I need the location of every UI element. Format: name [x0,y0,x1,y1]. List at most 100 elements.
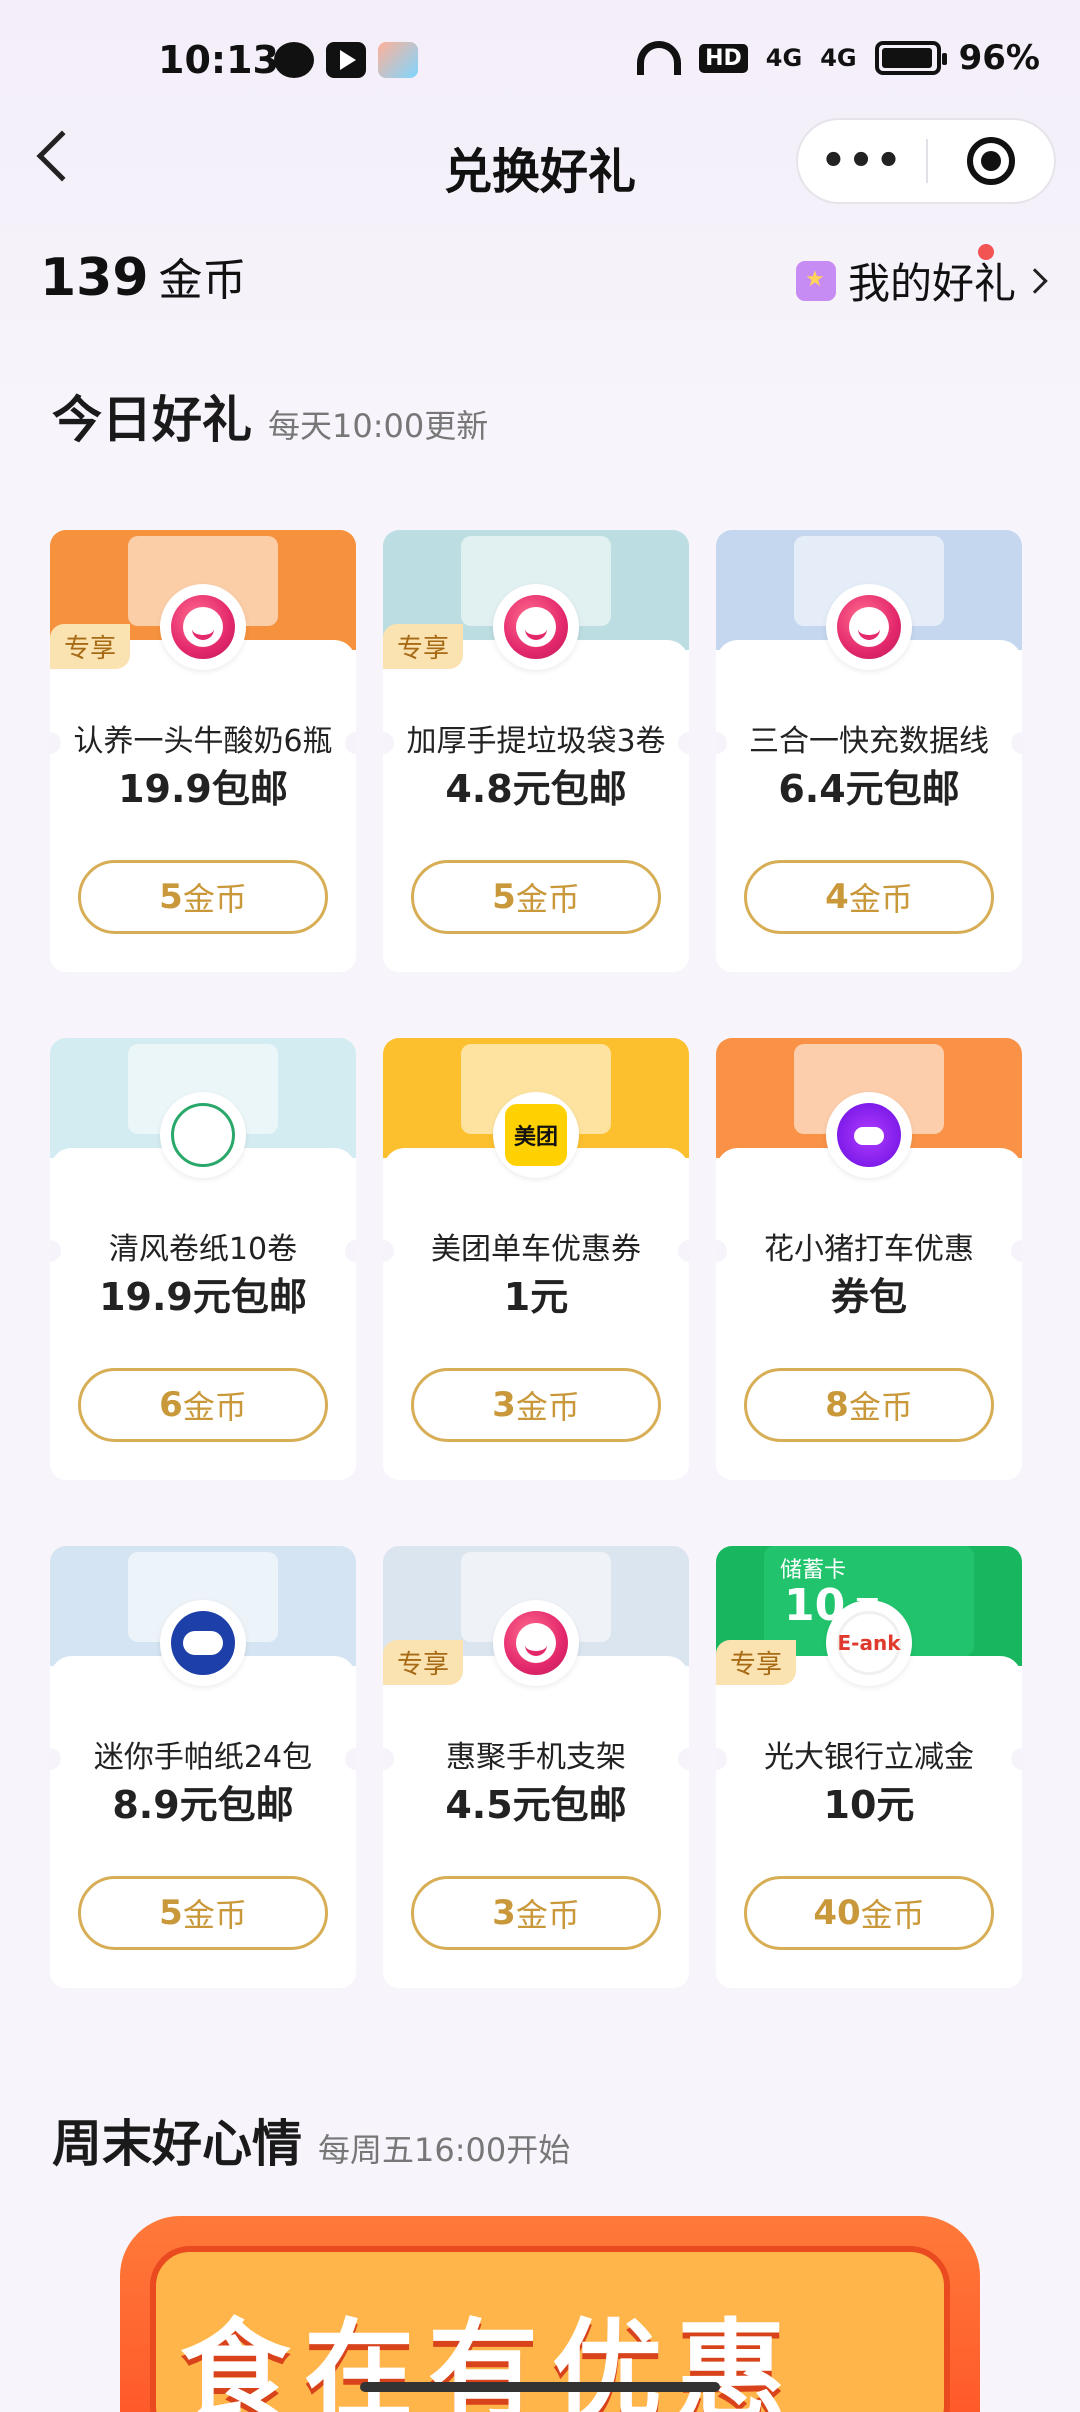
gift-card[interactable]: 专享惠聚手机支架 4.5元包邮 3 金币 [383,1546,689,1988]
redeem-unit: 金币 [182,880,247,918]
battery-icon [874,41,947,75]
gift-card[interactable]: 储蓄卡10元E-ank专享光大银行立减金10元40金币 [716,1546,1022,1988]
redeem-button[interactable]: 5 金币 [78,860,328,934]
gift-name: 花小猪打车优惠 [764,1232,974,1267]
gift-name: 加厚手提垃圾袋3卷 [406,724,666,759]
today-subtitle: 每天10:00更新 [268,407,489,445]
status-bar: 10:13 HD 4G 4G 96% [0,0,1080,120]
gift-name: 清风卷纸10卷 [108,1232,298,1267]
gift-grid: 专享 认养一头牛酸奶6瓶 19.9包邮 5 金币 专享 加厚手提垃圾袋3卷 4.8元包邮 5 金币… [50,530,1030,1988]
brand-logo-icon [160,584,246,670]
gift-price: 券包 [830,1275,907,1319]
target-icon [966,137,1015,185]
coin-unit: 金币 [158,255,247,306]
gift-price: 8.9元包邮 [112,1783,294,1827]
notification-dot [978,244,994,260]
redeem-unit: 金币 [515,880,580,918]
gift-card[interactable]: 清风卷纸10卷 19.9元包邮 6 金币 [50,1038,356,1480]
redeem-button[interactable]: 5 金币 [411,860,661,934]
redeem-cost: 5 [159,877,183,917]
exclusive-badge: 专享 [383,624,464,669]
brand-logo-mark [171,595,235,659]
redeem-button[interactable]: 3 金币 [411,1876,661,1950]
redeem-unit: 金币 [182,1388,247,1426]
gift-card[interactable]: 美团美团单车优惠券 1元 3 金币 [383,1038,689,1480]
close-button[interactable] [928,137,1054,185]
exclusive-badge: 专享 [716,1640,797,1685]
redeem-button[interactable]: 8 金币 [744,1368,994,1442]
gift-name: 惠聚手机支架 [446,1740,626,1775]
status-time: 10:13 [158,38,279,82]
redeem-button[interactable]: 5 金币 [78,1876,328,1950]
wifi-icon [637,41,682,75]
redeem-unit: 金币 [182,1896,247,1934]
gift-price: 19.9元包邮 [99,1275,307,1319]
redeem-unit: 金币 [515,1896,580,1934]
today-title: 今日好礼 [52,391,252,449]
brand-logo-mark [504,1611,568,1675]
brand-logo-icon [493,1600,579,1686]
redeem-button[interactable]: 3 金币 [411,1368,661,1442]
brand-logo-mark [171,1611,235,1675]
brand-logo-mark [504,595,568,659]
weekend-title: 周末好心情 [52,2115,302,2173]
brand-logo-icon [826,584,912,670]
redeem-cost: 3 [492,1893,516,1933]
signal-icon-2: 4G [820,44,857,72]
gift-name: 迷你手帕纸24包 [93,1740,313,1775]
gift-name: 三合一快充数据线 [749,724,989,759]
gift-card[interactable]: 三合一快充数据线 6.4元包邮 4 金币 [716,530,1022,972]
more-button[interactable]: ••• [798,141,926,181]
brand-logo-mark [837,1103,901,1167]
weekend-section-header: 周末好心情 每周五16:00开始 [52,2104,570,2176]
redeem-unit: 金币 [848,880,913,918]
mini-program-capsule: ••• [796,118,1056,204]
gift-price: 1元 [503,1275,569,1319]
gift-card[interactable]: 花小猪打车优惠券包 8 金币 [716,1038,1022,1480]
redeem-button[interactable]: 4 金币 [744,860,994,934]
redeem-cost: 8 [825,1385,849,1425]
home-indicator [360,2382,720,2392]
redeem-cost: 4 [825,877,849,917]
gift-card[interactable]: 专享认养一头牛酸奶6瓶 19.9包邮 5 金币 [50,530,356,972]
brand-logo-mark [837,595,901,659]
gift-card[interactable]: 迷你手帕纸24包 8.9元包邮 5 金币 [50,1546,356,1988]
battery-level: 96% [958,38,1040,78]
brand-logo-text: E-ank [837,1631,901,1655]
exclusive-badge: 专享 [50,624,131,669]
coin-amount: 139 [40,248,149,308]
my-gifts-label: 我的好礼 [847,259,1016,308]
redeem-button[interactable]: 6 金币 [78,1368,328,1442]
coin-balance: 139 金币 [40,244,247,308]
brand-logo-icon: E-ank [826,1600,912,1686]
redeem-button[interactable]: 40 金币 [744,1876,994,1950]
hd-icon: HD [699,43,748,73]
brand-logo-icon [160,1600,246,1686]
signal-icon-1: 4G [765,44,803,72]
my-gifts-link[interactable]: 我的好礼 [795,244,1048,311]
redeem-unit: 金币 [860,1896,925,1934]
redeem-unit: 金币 [515,1388,580,1426]
gift-price: 19.9包邮 [118,767,288,811]
brand-logo-icon: 美团 [493,1092,579,1178]
gift-name: 光大银行立减金 [764,1740,974,1775]
gift-card[interactable]: 专享 加厚手提垃圾袋3卷 4.8元包邮 5 金币 [383,530,689,972]
exclusive-badge: 专享 [383,1640,464,1685]
gift-icon [795,260,836,301]
redeem-cost: 6 [159,1385,183,1425]
brand-logo-icon [493,584,579,670]
gift-price: 6.4元包邮 [778,767,960,811]
gift-name: 美团单车优惠券 [431,1232,641,1267]
redeem-cost: 5 [492,877,516,917]
redeem-cost: 5 [159,1893,183,1933]
gift-price: 10元 [823,1783,915,1827]
redeem-cost: 40 [813,1893,861,1933]
brand-logo-text: 美团 [513,1125,558,1150]
banner-text: 食在有优惠 [180,2308,800,2412]
redeem-unit: 金币 [848,1388,913,1426]
brand-logo-mark [171,1103,235,1167]
gift-price: 4.5元包邮 [445,1783,627,1827]
life-app-icon [378,42,418,78]
wechat-icon [274,42,314,78]
gift-name: 认养一头牛酸奶6瓶 [73,724,333,759]
